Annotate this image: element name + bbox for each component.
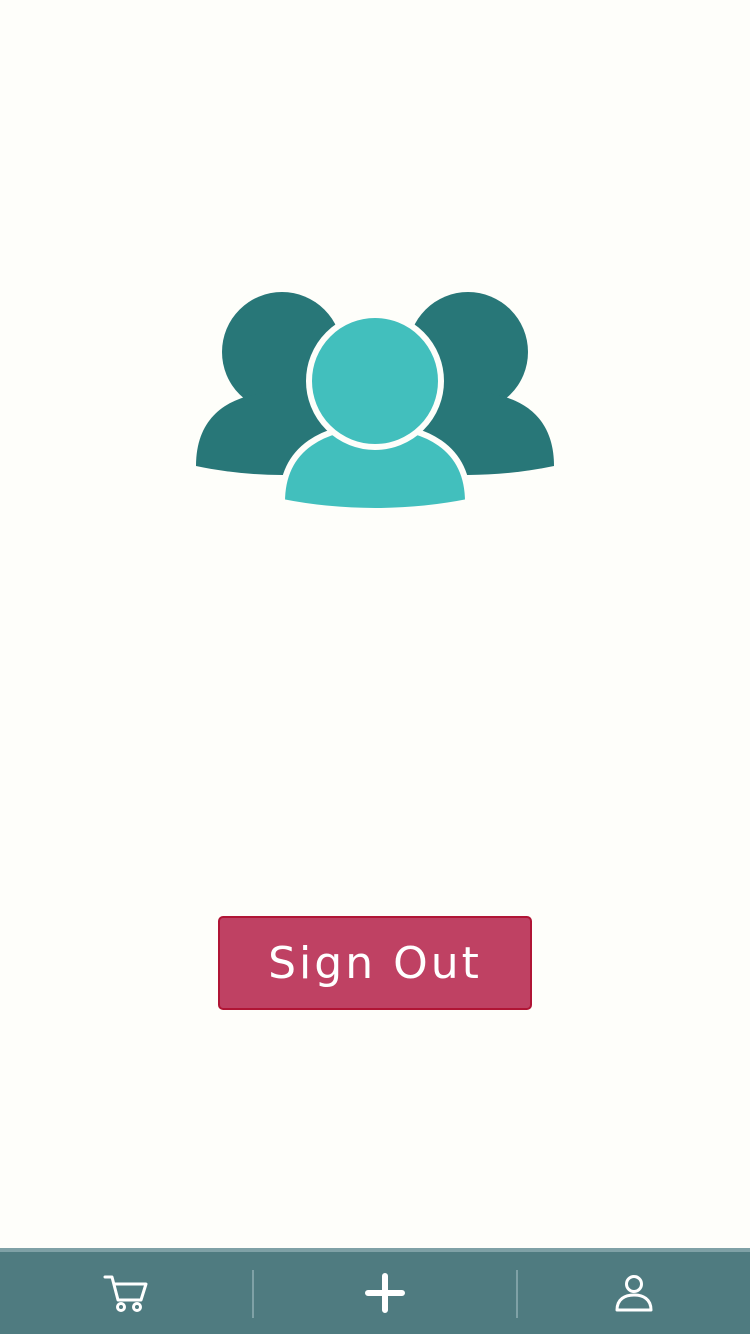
user-icon bbox=[615, 1275, 653, 1312]
sign-out-button[interactable]: Sign Out bbox=[218, 916, 532, 1010]
people-group-icon bbox=[190, 285, 560, 520]
tab-cart[interactable] bbox=[0, 1252, 252, 1334]
tab-add[interactable] bbox=[254, 1252, 516, 1334]
tab-profile[interactable] bbox=[518, 1252, 750, 1334]
bottom-tab-bar bbox=[0, 1248, 750, 1334]
cart-icon bbox=[103, 1275, 148, 1312]
plus-icon bbox=[365, 1273, 405, 1313]
